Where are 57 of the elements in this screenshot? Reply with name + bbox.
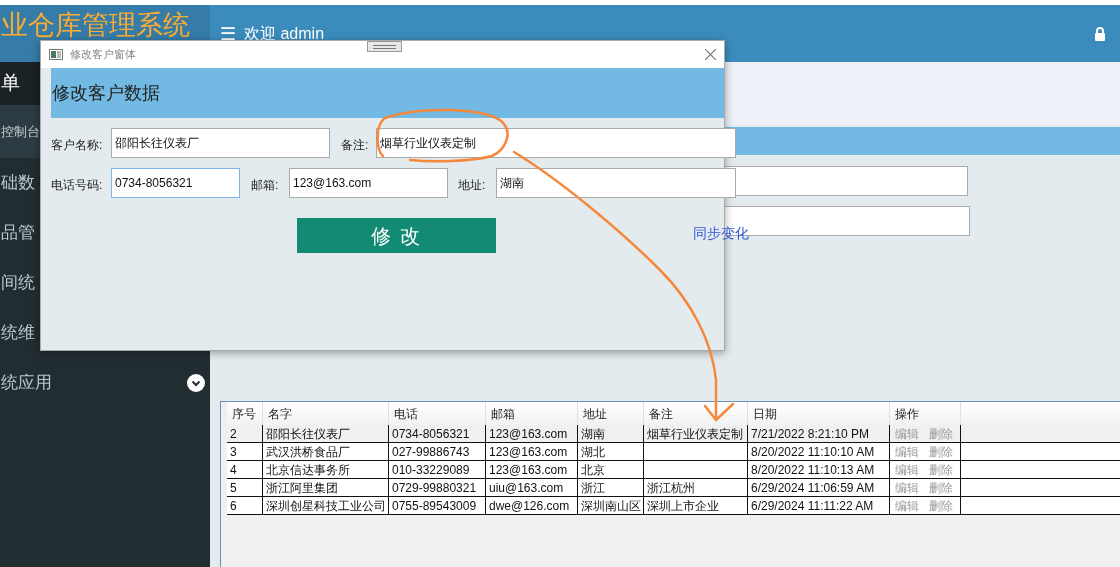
table-cell: 123@163.com <box>489 443 568 460</box>
table-cell: 3 <box>230 443 237 460</box>
chevron-down-icon <box>187 374 205 392</box>
table-cell: 0755-89543009 <box>392 497 477 514</box>
table-cell: 北京 <box>581 461 605 478</box>
submit-button[interactable]: 修 改 <box>297 218 496 253</box>
table-cell: 123@163.com <box>489 461 568 478</box>
field-label: 邮箱: <box>251 177 279 194</box>
table-cell: 027-99886743 <box>392 443 470 460</box>
table-cell: 6/29/2024 11:06:59 AM <box>751 479 875 496</box>
table-cell: 0729-99880321 <box>392 479 477 496</box>
table-cell: 深圳南山区 <box>581 497 641 514</box>
table-cell: 烟草行业仪表定制 <box>647 425 743 442</box>
table-cell: 邵阳长往仪表厂 <box>266 425 350 442</box>
window-icon <box>49 49 63 60</box>
table-cell: 123@163.com <box>489 425 568 442</box>
field-label: 电话号码: <box>51 177 103 194</box>
close-icon[interactable] <box>705 49 716 60</box>
sidebar-item[interactable]: 统应用 <box>0 358 210 408</box>
table-cell: 深圳上市企业 <box>647 497 719 514</box>
input-field[interactable]: 0734-8056321 <box>111 168 240 198</box>
table-cell: 6/29/2024 11:11:22 AM <box>751 497 874 514</box>
lock-icon[interactable] <box>1094 27 1106 41</box>
table-cell: 浙江阿里集团 <box>266 479 338 496</box>
menu-icon[interactable]: ☰ <box>220 24 236 43</box>
table-cell: dwe@126.com <box>489 497 570 514</box>
sync-link[interactable]: 同步变化 <box>693 223 749 244</box>
app-title: 业仓库管理系统 <box>1 10 190 40</box>
table-cell: 5 <box>230 479 237 496</box>
table-cell: 7/21/2022 8:21:10 PM <box>751 425 870 442</box>
table-cell: 武汉洪桥食品厂 <box>266 443 350 460</box>
input-field[interactable]: 湖南 <box>496 168 736 198</box>
field-label: 客户名称: <box>51 137 103 154</box>
sidebar-header: 单 <box>1 71 20 96</box>
table-cell: 北京信达事务所 <box>266 461 350 478</box>
grip-handle[interactable] <box>367 41 402 52</box>
dialog-title: 修改客户窗体 <box>70 47 136 63</box>
dialog-heading: 修改客户数据 <box>52 81 160 105</box>
table-cell: 湖南 <box>581 425 605 442</box>
input-field[interactable]: 邵阳长往仪表厂 <box>111 128 330 158</box>
input-field[interactable]: 烟草行业仪表定制 <box>376 128 736 158</box>
welcome-text: 欢迎 admin <box>244 23 325 44</box>
input-field[interactable]: 123@163.com <box>289 168 448 198</box>
field-label: 备注: <box>341 137 369 154</box>
field-label: 地址: <box>458 177 486 194</box>
table-cell: 6 <box>230 497 237 514</box>
table-cell: uiu@163.com <box>489 479 564 496</box>
table-cell: 0734-8056321 <box>392 425 470 442</box>
table-cell: 8/20/2022 11:10:10 AM <box>751 443 875 460</box>
table-cell: 4 <box>230 461 237 478</box>
table-cell: 浙江杭州 <box>647 479 695 496</box>
table-cell: 2 <box>230 425 237 442</box>
table-cell: 浙江 <box>581 479 605 496</box>
table-cell: 深圳创星科技工业公司 <box>266 497 386 514</box>
table-cell: 湖北 <box>581 443 605 460</box>
table-cell: 8/20/2022 11:10:13 AM <box>751 461 875 478</box>
table-cell: 010-33229089 <box>392 461 470 478</box>
